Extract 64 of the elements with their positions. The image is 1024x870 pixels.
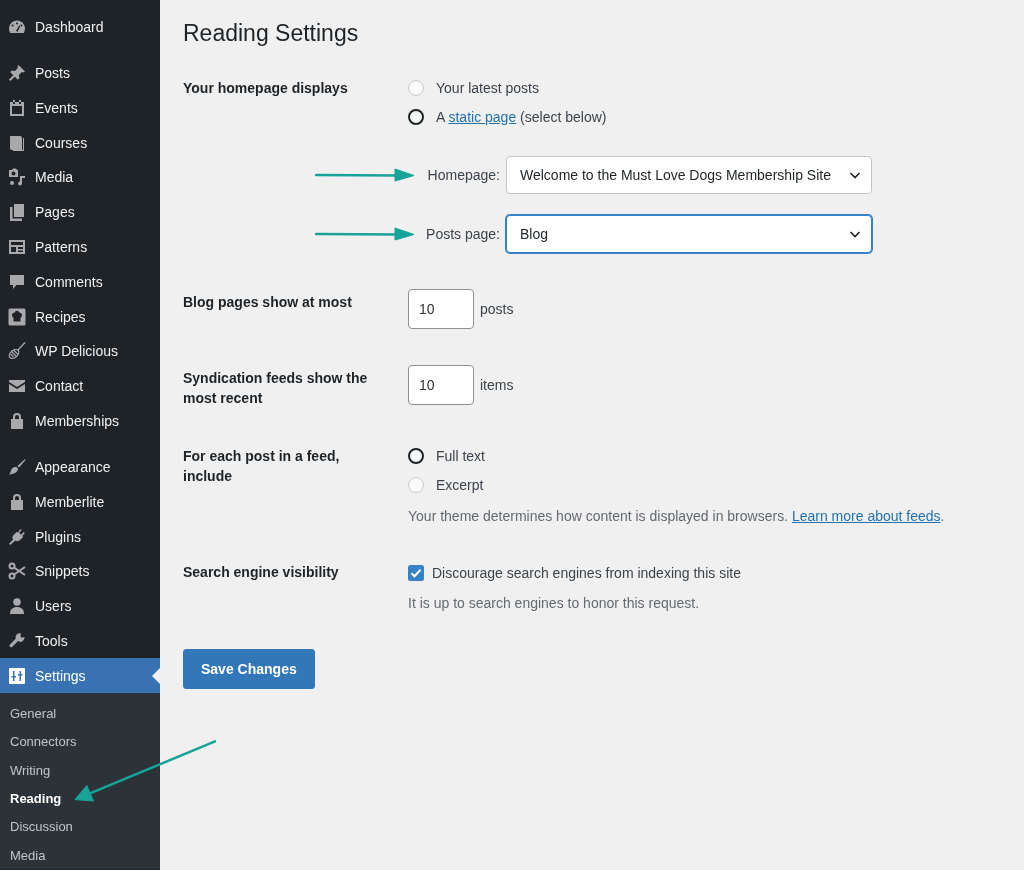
dropdown[interactable]: Blog [506, 215, 872, 253]
menu-pointer-icon [152, 667, 160, 684]
submenu-item[interactable]: Reading [0, 784, 72, 813]
description-text: Your theme determines how content is displayed in browsers. Learn more about feeds. [408, 507, 945, 526]
submenu-item[interactable]: Media [0, 841, 56, 870]
static-page-link[interactable]: static page [448, 109, 517, 125]
select-label: Homepage: [427, 167, 500, 183]
menu-item[interactable]: Settings [0, 658, 160, 694]
save-button[interactable]: Save Changes [183, 649, 315, 689]
unit-label: posts [480, 300, 514, 319]
setting-label: Blog pages show at most [183, 294, 352, 310]
radio-label: Your latest posts [436, 79, 539, 98]
calendar-icon [7, 97, 27, 118]
radio-label: Full text [436, 447, 485, 466]
number-field[interactable]: 10 [408, 289, 474, 329]
whisk-icon [7, 341, 27, 362]
submenu-item[interactable]: Writing [0, 755, 61, 785]
menu-item[interactable]: Recipes [0, 299, 160, 334]
menu-item[interactable]: Comments [0, 264, 160, 300]
chef-hat-icon [7, 306, 27, 327]
radio-label: A static page (select below) [436, 108, 607, 127]
pushpin-icon [7, 62, 27, 83]
menu-item[interactable]: Pages [0, 194, 160, 230]
plug-icon [7, 526, 27, 547]
camera-music-icon [7, 167, 27, 188]
checkbox[interactable] [408, 565, 424, 581]
setting-label: Search engine visibility [183, 564, 339, 580]
submenu-item[interactable]: Discussion [0, 812, 83, 842]
menu-item[interactable]: Patterns [0, 229, 160, 265]
number-field[interactable]: 10 [408, 365, 474, 405]
setting-label: Syndication feeds show the most recent [183, 370, 368, 406]
menu-item[interactable]: Media [0, 159, 160, 195]
description-text: It is up to search engines to honor this request. [408, 594, 700, 613]
setting-label: For each post in a feed, include [183, 448, 340, 484]
submenu-item[interactable]: General [0, 699, 67, 728]
person-icon [7, 596, 27, 617]
learn-more-link[interactable]: Learn more about feeds [791, 508, 941, 524]
menu-item[interactable]: Courses [0, 125, 160, 160]
checkbox-label: Discourage search engines from indexing this site [432, 564, 741, 583]
select-label: Posts page: [426, 226, 500, 242]
menu-item[interactable]: Snippets [0, 553, 160, 589]
paintbrush-icon [7, 456, 27, 477]
stacked-pages-icon [7, 202, 27, 223]
menu-item[interactable]: Appearance [0, 449, 160, 485]
menu-item[interactable]: Memberships [0, 403, 160, 439]
menu-item[interactable]: WP Delicious [0, 333, 160, 369]
scissors-icon [7, 561, 27, 582]
radio-button[interactable] [408, 448, 424, 464]
radio-label: Excerpt [436, 476, 484, 495]
menu-item[interactable]: Dashboard [0, 9, 160, 45]
dropdown[interactable]: Welcome to the Must Love Dogs Membership Site [506, 156, 872, 194]
menu-item[interactable]: Memberlite [0, 484, 160, 520]
menu-item[interactable]: Users [0, 588, 160, 624]
sliders-icon [7, 665, 27, 686]
menu-item[interactable]: Plugins [0, 519, 160, 554]
menu-item[interactable]: Tools [0, 623, 160, 659]
menu-item[interactable]: Contact [0, 368, 160, 404]
page-title: Reading Settings [183, 19, 359, 48]
submenu-item[interactable]: Connectors [0, 727, 87, 756]
menu-item[interactable]: Posts [0, 55, 160, 91]
menu-item[interactable]: Events [0, 90, 160, 126]
setting-label: Your homepage displays [183, 80, 348, 96]
radio-button[interactable] [408, 109, 424, 125]
unit-label: items [480, 376, 514, 395]
